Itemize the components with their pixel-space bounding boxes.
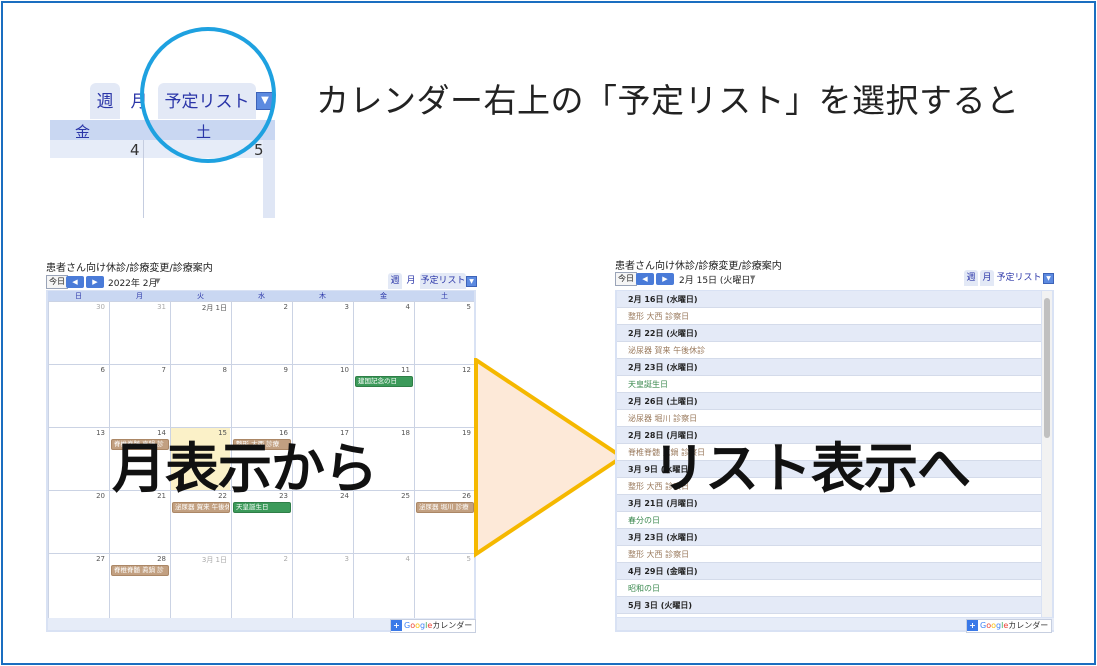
month-tab-list[interactable]: 予定リスト bbox=[420, 273, 466, 289]
agenda-date-row: 2月 16日 (水曜日) bbox=[617, 291, 1041, 308]
weekday-tue: 火 bbox=[197, 292, 204, 300]
headline: カレンダー右上の「予定リスト」を選択すると bbox=[316, 81, 1020, 120]
list-date-caret-icon[interactable]: ▼ bbox=[750, 274, 755, 282]
weekday-sun: 日 bbox=[75, 292, 82, 300]
weekday-sat: 土 bbox=[441, 292, 448, 300]
day-cell[interactable]: 11 bbox=[353, 365, 413, 427]
zoom-day-4: 4 bbox=[130, 141, 140, 159]
event-hinyoki-26[interactable]: 泌尿器 堀川 診療 bbox=[416, 502, 474, 513]
day-cell[interactable]: 30 bbox=[48, 302, 108, 364]
day-cell[interactable]: 4 bbox=[353, 302, 413, 364]
agenda-date-row: 5月 3日 (火曜日) bbox=[617, 597, 1041, 614]
weekday-wed: 水 bbox=[258, 292, 265, 300]
day-cell[interactable]: 3 bbox=[292, 302, 352, 364]
month-calendar-title: 患者さん向け休診/診療変更/診療案内 bbox=[46, 263, 213, 274]
date-picker-caret-icon[interactable]: ▼ bbox=[155, 277, 160, 285]
scrollbar-thumb[interactable] bbox=[1044, 298, 1050, 438]
today-button[interactable]: 今日 bbox=[46, 275, 68, 289]
agenda-date-row: 2月 23日 (水曜日) bbox=[617, 359, 1041, 376]
month-tab-month[interactable]: 月 bbox=[404, 273, 418, 289]
day-cell[interactable]: 31 bbox=[109, 302, 169, 364]
month-current-date: 2022年 2月 bbox=[108, 279, 158, 289]
agenda-date-row: 2月 22日 (火曜日) bbox=[617, 325, 1041, 342]
day-cell[interactable]: 10 bbox=[292, 365, 352, 427]
agenda-event-row[interactable]: 整形 大西 診察日 bbox=[617, 308, 1041, 325]
day-cell[interactable]: 5 bbox=[414, 554, 474, 618]
day-cell[interactable]: 19 bbox=[414, 428, 474, 490]
day-cell[interactable]: 2月 1日 bbox=[170, 302, 230, 364]
weekday-fri: 金 bbox=[380, 292, 387, 300]
day-cell[interactable]: 27 bbox=[48, 554, 108, 618]
list-dropdown-icon[interactable]: ▼ bbox=[1043, 273, 1054, 284]
day-cell[interactable]: 2 bbox=[231, 302, 291, 364]
day-cell[interactable]: 7 bbox=[109, 365, 169, 427]
agenda-date-row: 4月 29日 (金曜日) bbox=[617, 563, 1041, 580]
list-calendar-title: 患者さん向け休診/診療変更/診療案内 bbox=[615, 261, 782, 272]
day-cell[interactable]: 26 bbox=[414, 491, 474, 553]
list-prev-button[interactable]: ◀ bbox=[636, 273, 654, 285]
list-next-button[interactable]: ▶ bbox=[656, 273, 674, 285]
plus-icon: + bbox=[391, 620, 402, 631]
event-hinyoki-22[interactable]: 泌尿器 賀来 午後休 bbox=[172, 502, 230, 513]
zoom-side-strip bbox=[263, 140, 275, 218]
transition-arrow-icon bbox=[474, 358, 626, 558]
day-cell[interactable]: 28 bbox=[109, 554, 169, 618]
next-month-button[interactable]: ▶ bbox=[86, 276, 104, 288]
day-cell[interactable]: 4 bbox=[353, 554, 413, 618]
day-cell[interactable]: 5 bbox=[414, 302, 474, 364]
week-row-1: 30 31 2月 1日 2 3 4 5 bbox=[48, 301, 474, 364]
tab-week-zoom[interactable]: 週 bbox=[90, 83, 120, 119]
day-cell[interactable]: 2 bbox=[231, 554, 291, 618]
week-row-5: 27 28 3月 1日 2 3 4 5 脊椎脊髄 眞鍋 診 bbox=[48, 553, 474, 618]
google-calendar-badge-month[interactable]: + Googleカレンダー bbox=[390, 619, 477, 633]
event-kenkoku[interactable]: 建国記念の日 bbox=[355, 376, 413, 387]
day-cell[interactable]: 13 bbox=[48, 428, 108, 490]
day-cell[interactable]: 8 bbox=[170, 365, 230, 427]
month-tab-week[interactable]: 週 bbox=[388, 273, 402, 289]
event-tenno-23[interactable]: 天皇誕生日 bbox=[233, 502, 291, 513]
day-cell[interactable]: 9 bbox=[231, 365, 291, 427]
prev-month-button[interactable]: ◀ bbox=[66, 276, 84, 288]
agenda-event-row[interactable]: 泌尿器 賀来 午後休診 bbox=[617, 342, 1041, 359]
agenda-event-row[interactable]: 春分の日 bbox=[617, 512, 1041, 529]
list-current-date: 2月 15日 (火曜日) bbox=[679, 276, 754, 286]
caption-from-month: 月表示から bbox=[112, 437, 378, 500]
month-weekday-header: 日 月 火 水 木 金 土 bbox=[48, 291, 474, 301]
plus-icon: + bbox=[967, 620, 978, 631]
highlight-circle bbox=[140, 27, 276, 163]
day-cell[interactable]: 12 bbox=[414, 365, 474, 427]
month-list-dropdown-icon[interactable]: ▼ bbox=[466, 276, 477, 287]
weekday-thu: 木 bbox=[319, 292, 326, 300]
caption-to-list: リスト表示へ bbox=[652, 437, 971, 500]
list-tab-month[interactable]: 月 bbox=[980, 270, 994, 286]
list-tab-list[interactable]: 予定リスト bbox=[996, 270, 1042, 286]
day-cell[interactable]: 20 bbox=[48, 491, 108, 553]
agenda-event-row[interactable]: 昭和の日 bbox=[617, 580, 1041, 597]
day-cell[interactable]: 6 bbox=[48, 365, 108, 427]
event-seikei-28[interactable]: 脊椎脊髄 眞鍋 診 bbox=[111, 565, 169, 576]
google-calendar-badge-list[interactable]: + Googleカレンダー bbox=[966, 619, 1053, 633]
list-today-button[interactable]: 今日 bbox=[615, 272, 637, 286]
zoom-col-fri: 金 bbox=[75, 123, 91, 141]
week-row-2: 6 7 8 9 10 11 12 建国記念の日 bbox=[48, 364, 474, 427]
agenda-date-row: 2月 26日 (土曜日) bbox=[617, 393, 1041, 410]
zoom-divider bbox=[143, 140, 144, 218]
agenda-event-row[interactable]: 整形 大西 診察日 bbox=[617, 546, 1041, 563]
list-tab-week[interactable]: 週 bbox=[964, 270, 978, 286]
weekday-mon: 月 bbox=[136, 292, 143, 300]
agenda-scrollbar[interactable] bbox=[1042, 291, 1052, 617]
agenda-date-row: 3月 23日 (水曜日) bbox=[617, 529, 1041, 546]
day-cell[interactable]: 3月 1日 bbox=[170, 554, 230, 618]
day-cell[interactable]: 3 bbox=[292, 554, 352, 618]
agenda-event-row[interactable]: 天皇誕生日 bbox=[617, 376, 1041, 393]
